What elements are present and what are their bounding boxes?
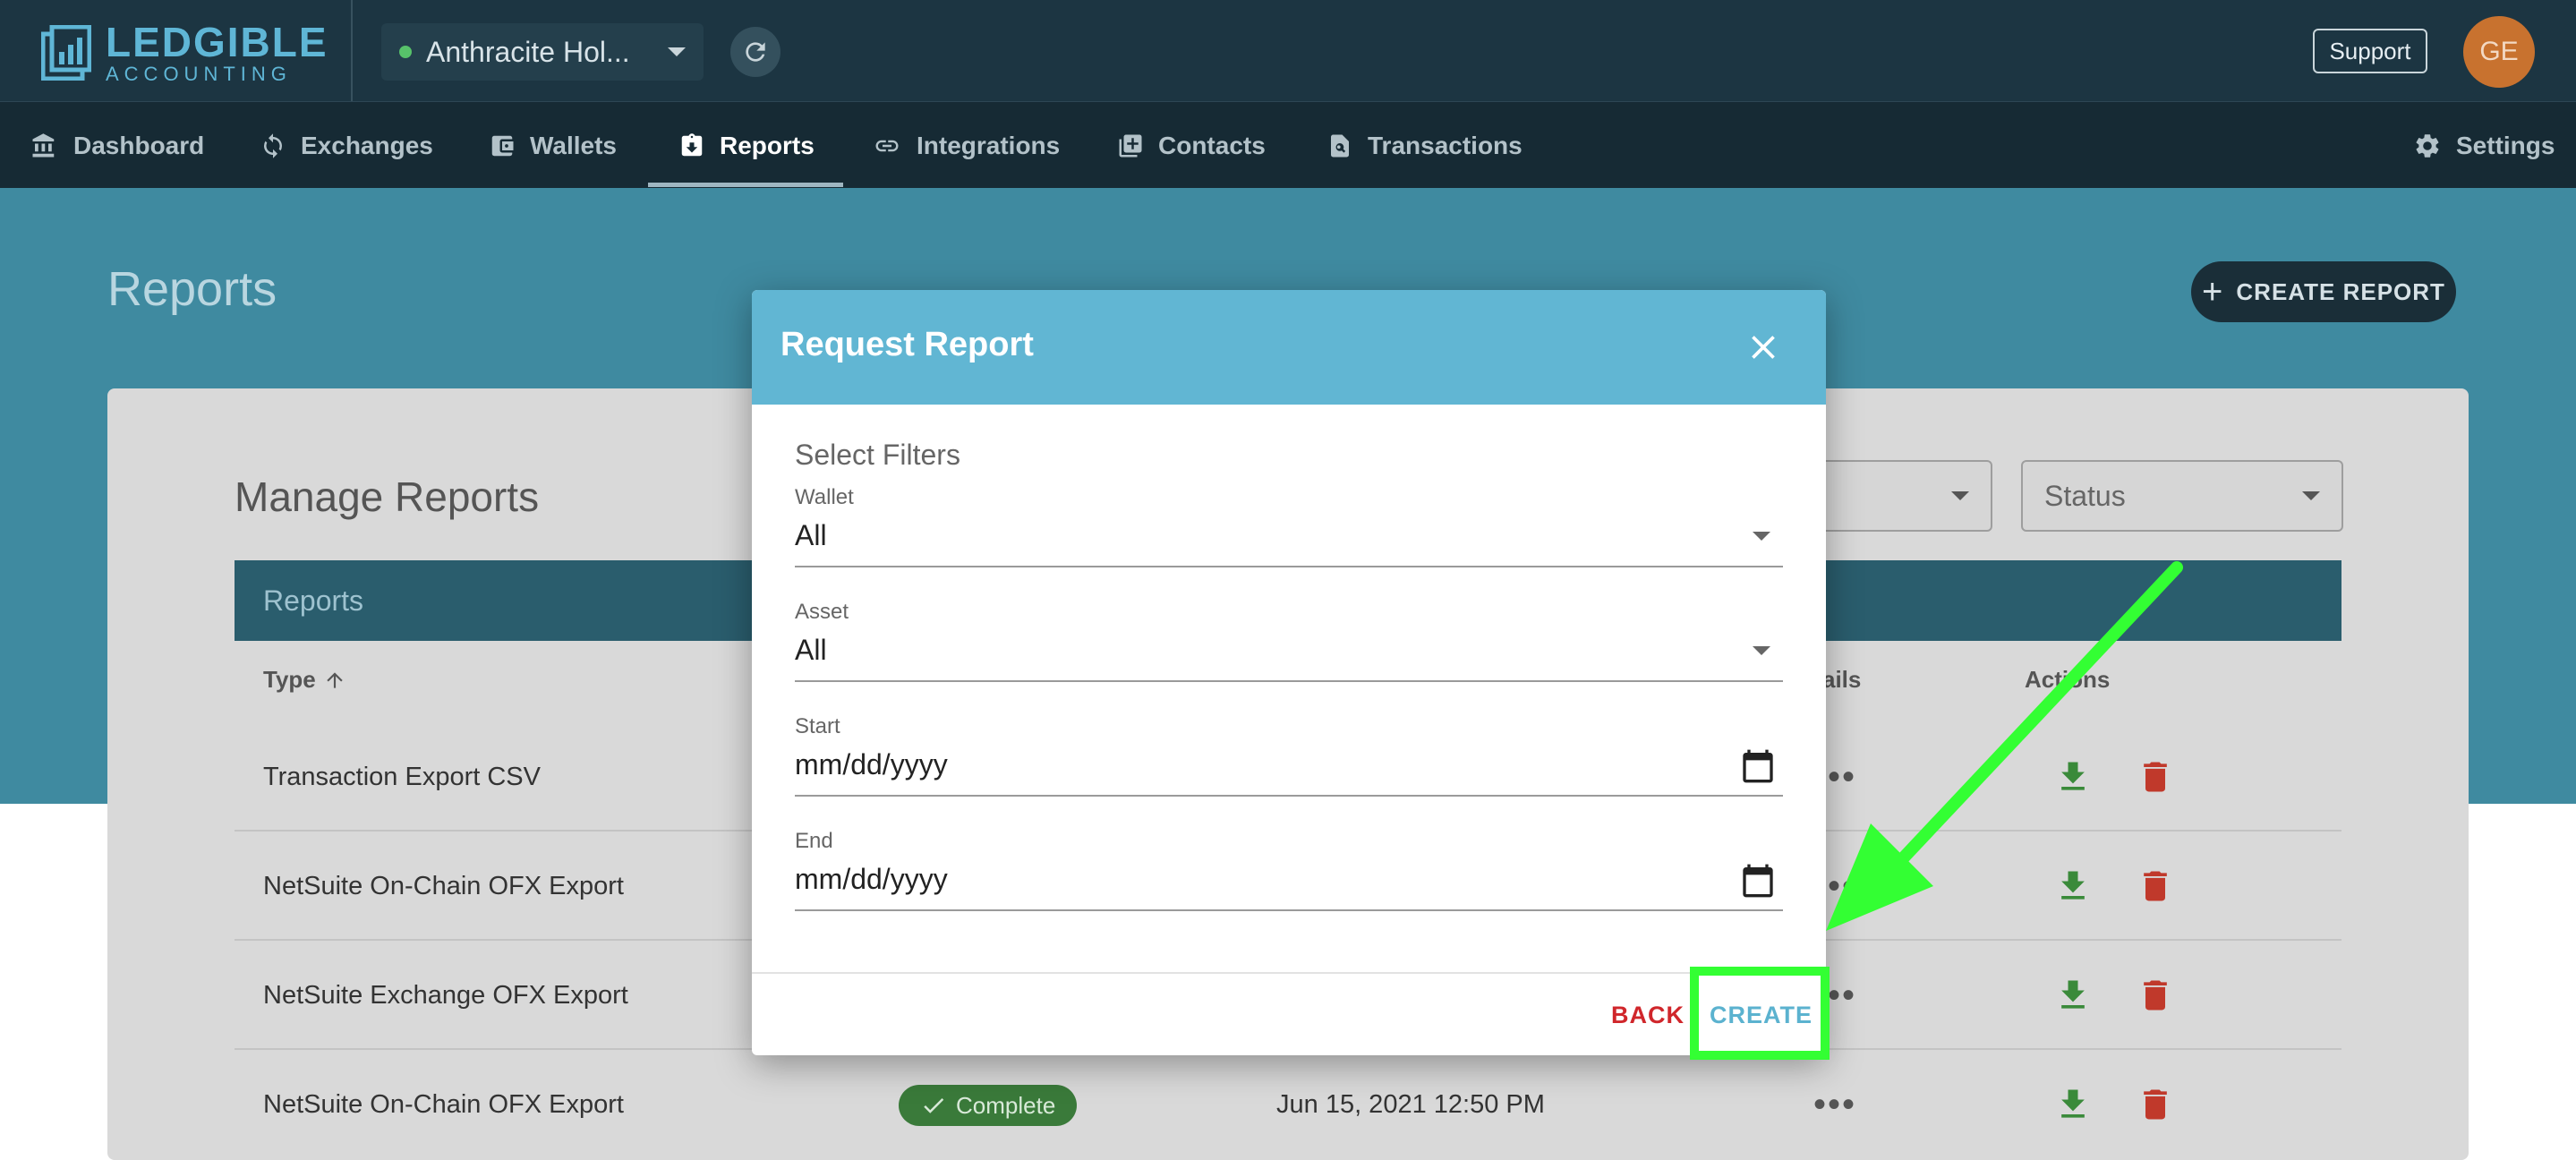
annotation-arrow-icon (1826, 561, 2183, 931)
